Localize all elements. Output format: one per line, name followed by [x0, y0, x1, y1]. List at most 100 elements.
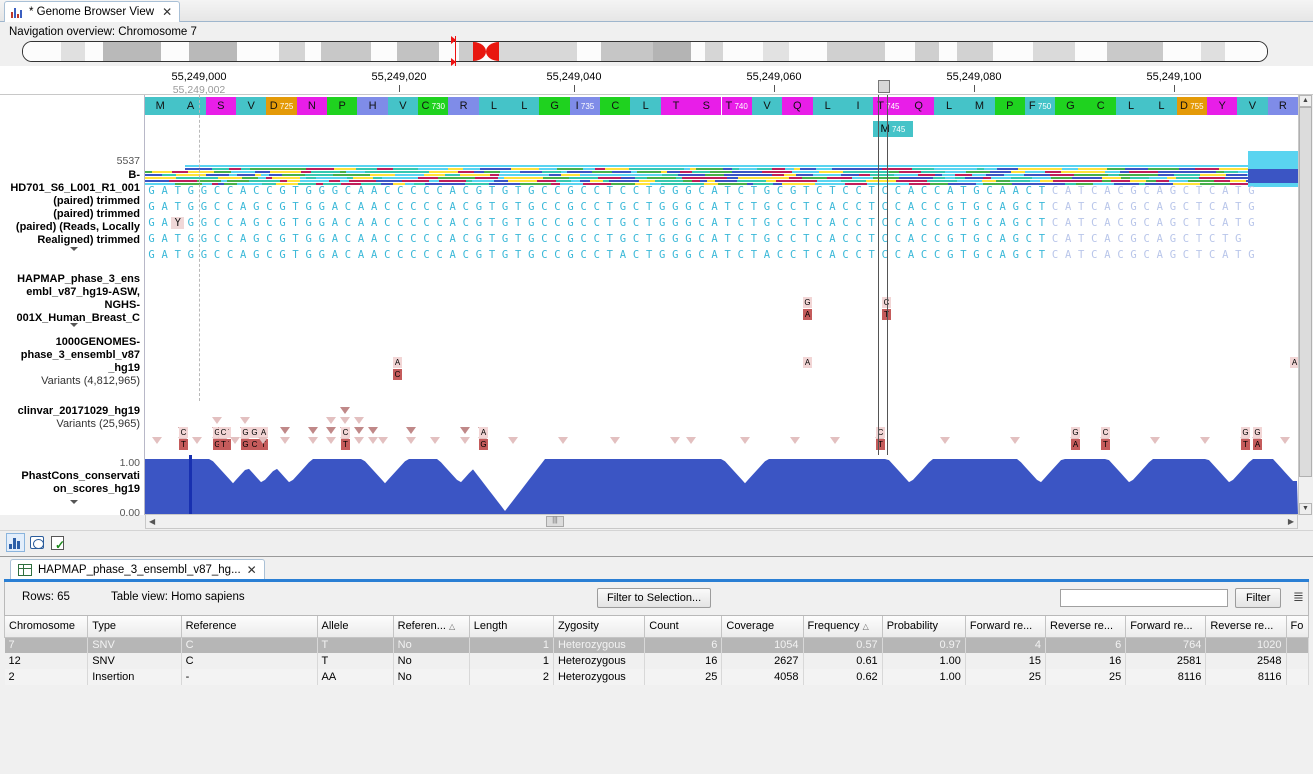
- clinvar-marker[interactable]: [830, 437, 840, 444]
- scroll-down-icon[interactable]: ▼: [1299, 503, 1312, 515]
- table-cell[interactable]: 1.00: [882, 653, 965, 669]
- clinvar-marker[interactable]: [240, 417, 250, 424]
- read-row[interactable]: GATGGCCAGCGTGGACAACCCCCACGTGTGCCGCCTACTG…: [145, 249, 1298, 261]
- clinvar-allele[interactable]: T: [1241, 439, 1250, 450]
- clinvar-marker[interactable]: [368, 427, 378, 434]
- chart-view-icon[interactable]: [6, 533, 25, 552]
- variant-allele[interactable]: A: [1290, 357, 1298, 368]
- clinvar-marker[interactable]: [430, 437, 440, 444]
- clinvar-allele[interactable]: G: [1253, 427, 1262, 438]
- protein-residue[interactable]: L: [1146, 97, 1176, 115]
- column-header-type[interactable]: Type: [88, 616, 181, 637]
- variant-allele[interactable]: A: [803, 309, 812, 320]
- protein-residue[interactable]: N: [297, 97, 327, 115]
- table-body[interactable]: 7SNVCTNo1Heterozygous610540.570.97467641…: [5, 637, 1309, 685]
- ruler-drag-handle[interactable]: [878, 80, 890, 93]
- read-alignment-rows[interactable]: GATGGCCACCGTGGGCAACCCCCACGTGTGCCGCCTCCTG…: [145, 185, 1298, 269]
- column-header-frequency[interactable]: Frequency △: [803, 616, 882, 637]
- clinvar-marker[interactable]: [212, 417, 222, 424]
- protein-residue[interactable]: L: [630, 97, 660, 115]
- clinvar-marker[interactable]: [326, 427, 336, 434]
- read-row[interactable]: GAYGGCCAGCGTGGACAACCCCCACGTGTGCCGCCTGCTG…: [145, 217, 1298, 229]
- table-cell[interactable]: 2581: [1126, 653, 1206, 669]
- filter-button[interactable]: Filter: [1235, 588, 1281, 608]
- clinvar-allele[interactable]: A: [479, 427, 488, 438]
- clinvar-marker[interactable]: [152, 437, 162, 444]
- clinvar-allele[interactable]: A: [1071, 439, 1080, 450]
- table-cell[interactable]: 8116: [1126, 669, 1206, 685]
- column-header-zygosity[interactable]: Zygosity: [553, 616, 644, 637]
- column-header-forward-read-count[interactable]: Forward re...: [965, 616, 1045, 637]
- close-icon[interactable]: ✕: [247, 563, 257, 577]
- table-cell[interactable]: 1054: [722, 637, 803, 653]
- table-cell[interactable]: 6: [1046, 637, 1126, 653]
- table-cell[interactable]: [1286, 637, 1308, 653]
- variants-table[interactable]: Chromosome Type Reference Allele Referen…: [4, 616, 1309, 685]
- variant-allele[interactable]: A: [393, 357, 402, 368]
- column-header-forward-read-coverage[interactable]: Forward re...: [1126, 616, 1206, 637]
- protein-residue[interactable]: P: [327, 97, 357, 115]
- table-cell[interactable]: -: [181, 669, 317, 685]
- table-cell[interactable]: 0.57: [803, 637, 882, 653]
- protein-residue[interactable]: Q: [782, 97, 812, 115]
- hapmap-track-collapse-icon[interactable]: [70, 323, 78, 327]
- protein-residue[interactable]: L: [813, 97, 843, 115]
- table-cell[interactable]: 6: [645, 637, 722, 653]
- table-cell[interactable]: 1: [469, 653, 553, 669]
- element-info-icon[interactable]: [48, 533, 67, 552]
- clinvar-marker[interactable]: [1200, 437, 1210, 444]
- protein-residue-track[interactable]: MASVD 725NPHVC 730RLLGI 735CLTST 740VQLI…: [145, 97, 1298, 117]
- table-cell[interactable]: Heterozygous: [553, 669, 644, 685]
- table-cell[interactable]: 16: [645, 653, 722, 669]
- table-cell[interactable]: 4: [965, 637, 1045, 653]
- variant-allele[interactable]: C: [393, 369, 402, 380]
- table-cell[interactable]: 1020: [1206, 637, 1286, 653]
- column-header-reverse-read-count[interactable]: Reverse re...: [1046, 616, 1126, 637]
- protein-residue[interactable]: Q: [904, 97, 934, 115]
- column-header-probability[interactable]: Probability: [882, 616, 965, 637]
- scroll-left-icon[interactable]: ◀: [149, 517, 155, 526]
- clinvar-allele[interactable]: C: [1101, 427, 1110, 438]
- tab-genome-browser-view[interactable]: * Genome Browser View ✕: [4, 1, 180, 22]
- table-cell[interactable]: 2548: [1206, 653, 1286, 669]
- column-header-reference-allele[interactable]: Referen... △: [393, 616, 469, 637]
- clinvar-marker[interactable]: [280, 437, 290, 444]
- table-cell[interactable]: 25: [965, 669, 1045, 685]
- clinvar-marker[interactable]: [340, 417, 350, 424]
- clinvar-marker[interactable]: [940, 437, 950, 444]
- clinvar-allele[interactable]: G: [241, 439, 250, 450]
- clinvar-marker[interactable]: [406, 427, 416, 434]
- table-cell[interactable]: AA: [317, 669, 393, 685]
- protein-residue[interactable]: P: [995, 97, 1025, 115]
- table-cell[interactable]: 0.61: [803, 653, 882, 669]
- clinvar-marker[interactable]: [1010, 437, 1020, 444]
- table-cell[interactable]: C: [181, 653, 317, 669]
- filter-input[interactable]: [1060, 589, 1228, 607]
- clinvar-marker[interactable]: [326, 417, 336, 424]
- column-header-chromosome[interactable]: Chromosome: [5, 616, 88, 637]
- track-vertical-scrollbar[interactable]: ▲ ▼: [1298, 95, 1313, 515]
- column-header-reverse-read-coverage[interactable]: Reverse re...: [1206, 616, 1286, 637]
- protein-residue[interactable]: M: [145, 97, 175, 115]
- table-cell[interactable]: C: [181, 637, 317, 653]
- protein-residue[interactable]: L: [479, 97, 509, 115]
- table-cell[interactable]: SNV: [88, 653, 181, 669]
- protein-residue[interactable]: V: [752, 97, 782, 115]
- column-header-extra[interactable]: Fo: [1286, 616, 1308, 637]
- table-cell[interactable]: 7: [5, 637, 88, 653]
- protein-residue[interactable]: C: [1086, 97, 1116, 115]
- clinvar-variants[interactable]: CTGGTTCTGGGCATCTAGCTGACTGTGA: [145, 403, 1298, 455]
- clinvar-allele[interactable]: G: [241, 427, 250, 438]
- table-cell[interactable]: SNV: [88, 637, 181, 653]
- track-content-column[interactable]: MASVD 725NPHVC 730RLLGI 735CLTST 740VQLI…: [145, 95, 1298, 515]
- table-cell[interactable]: 0.97: [882, 637, 965, 653]
- table-row[interactable]: 7SNVCTNo1Heterozygous610540.570.97467641…: [5, 637, 1309, 653]
- protein-residue[interactable]: I: [843, 97, 873, 115]
- protein-residue[interactable]: T: [661, 97, 691, 115]
- track-hscroll-thumb[interactable]: |||: [546, 516, 564, 527]
- clinvar-allele[interactable]: C: [179, 427, 188, 438]
- protein-residue[interactable]: R: [1268, 97, 1298, 115]
- table-row[interactable]: 12SNVCTNo1Heterozygous1626270.611.001516…: [5, 653, 1309, 669]
- protein-residue[interactable]: R: [448, 97, 478, 115]
- protein-residue[interactable]: D 725: [266, 97, 296, 115]
